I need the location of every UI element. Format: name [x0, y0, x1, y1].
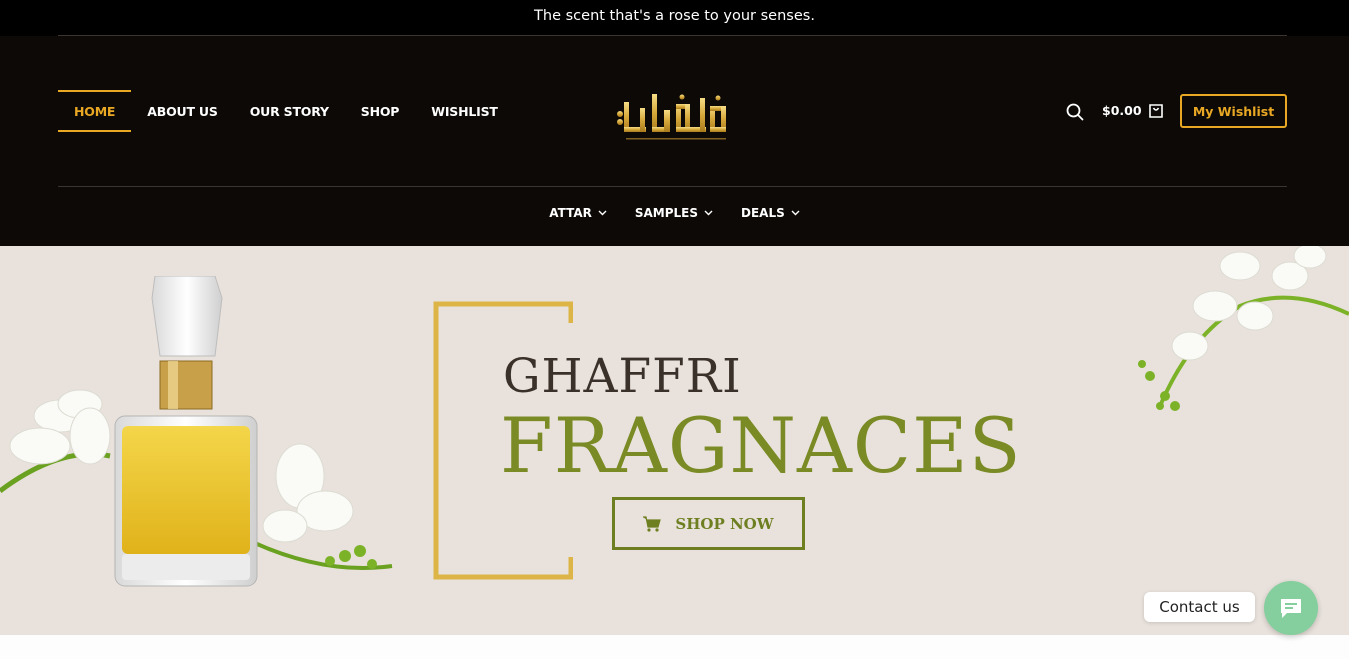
category-nav: ATTAR SAMPLES DEALS	[0, 206, 1349, 220]
nav-item-home[interactable]: HOME	[58, 90, 132, 132]
perfume-bottle-image	[0, 276, 393, 587]
subnav-item-samples[interactable]: SAMPLES	[635, 206, 713, 220]
cart-icon	[643, 515, 662, 532]
nav-item-shop[interactable]: SHOP	[345, 90, 415, 132]
announcement-bar: The scent that's a rose to your senses.	[0, 0, 1349, 36]
contact-us-button[interactable]	[1264, 581, 1318, 635]
chat-icon	[1281, 599, 1301, 618]
shopping-bag-icon	[1148, 104, 1163, 118]
cart-link[interactable]: $0.00	[1102, 101, 1164, 119]
search-icon[interactable]	[1066, 103, 1084, 121]
shop-now-button[interactable]: SHOP NOW	[612, 497, 805, 550]
divider	[58, 186, 1287, 187]
subnav-item-deals[interactable]: DEALS	[741, 206, 800, 220]
subnav-label: DEALS	[741, 206, 785, 220]
nav-item-about-us[interactable]: ABOUT US	[131, 90, 233, 132]
orchid-image	[1138, 246, 1349, 411]
chevron-down-icon	[704, 210, 713, 216]
chevron-down-icon	[598, 210, 607, 216]
page-content-start	[0, 635, 1349, 659]
contact-us-label[interactable]: Contact us	[1144, 592, 1255, 622]
cart-total: $0.00	[1102, 102, 1142, 118]
announcement-text: The scent that's a rose to your senses.	[534, 8, 815, 24]
site-logo[interactable]	[612, 88, 736, 148]
main-nav: HOME ABOUT US OUR STORY SHOP WISHLIST	[58, 90, 514, 132]
my-wishlist-button[interactable]: My Wishlist	[1180, 94, 1287, 128]
nav-item-our-story[interactable]: OUR STORY	[234, 90, 345, 132]
shop-now-label: SHOP NOW	[675, 514, 774, 533]
subnav-label: SAMPLES	[634, 206, 699, 220]
subnav-label: ATTAR	[549, 206, 592, 220]
hero-title-main: FRAGNACES	[500, 401, 1022, 490]
subnav-item-attar[interactable]: ATTAR	[549, 206, 607, 220]
nav-item-wishlist[interactable]: WISHLIST	[415, 90, 513, 132]
hero-title-brand: GHAFFRI	[503, 349, 742, 404]
hero-banner: GHAFFRI FRAGNACES SHOP NOW	[0, 246, 1349, 635]
chevron-down-icon	[791, 210, 800, 216]
site-header: HOME ABOUT US OUR STORY SHOP WISHLIST $0…	[0, 36, 1349, 246]
